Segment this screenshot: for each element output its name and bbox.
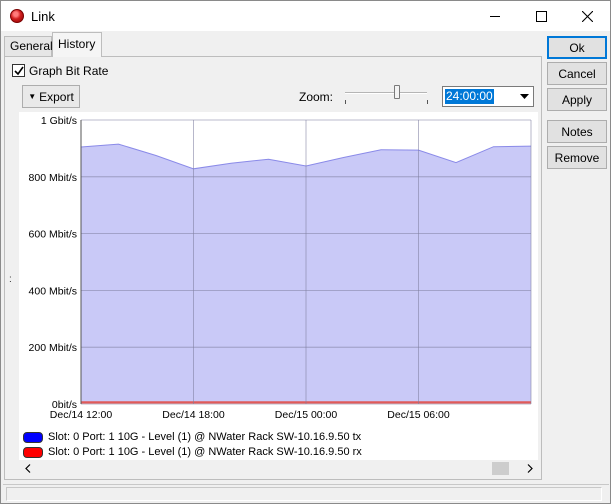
y-tick-label: 200 Mbit/s (29, 342, 77, 354)
legend-swatch-rx (23, 446, 43, 458)
y-tick-label: 1 Gbit/s (41, 115, 77, 127)
graph-bit-rate-checkbox[interactable] (12, 64, 25, 77)
link-window: Link General History Graph Bit Rate ▼ Ex… (0, 0, 611, 504)
zoom-select-value[interactable]: 24:00:00 (445, 89, 494, 104)
x-tick-label: Dec/14 18:00 (162, 409, 225, 421)
status-bar (3, 484, 609, 503)
chart-legend: Slot: 0 Port: 1 10G - Level (1) @ NWater… (19, 427, 538, 461)
ok-button[interactable]: Ok (547, 36, 607, 59)
zoom-slider[interactable] (341, 85, 431, 107)
apply-button[interactable]: Apply (547, 88, 607, 111)
bitrate-chart: 1 Gbit/s 800 Mbit/s 600 Mbit/s 400 Mbit/s 20… (19, 112, 538, 460)
y-tick-label: 400 Mbit/s (29, 285, 77, 297)
legend-item-rx: Slot: 0 Port: 1 10G - Level (1) @ NWater… (23, 445, 362, 459)
y-tick-label: 600 Mbit/s (29, 229, 77, 241)
export-label: Export (39, 89, 74, 104)
cancel-button[interactable]: Cancel (547, 62, 607, 85)
close-icon[interactable] (564, 1, 610, 31)
export-button[interactable]: ▼ Export (22, 85, 80, 108)
slider-tick (427, 100, 428, 104)
x-tick-label: Dec/14 12:00 (50, 409, 113, 421)
legend-item-tx: Slot: 0 Port: 1 10G - Level (1) @ NWater… (23, 430, 361, 444)
zoom-select[interactable]: 24:00:00 (442, 86, 534, 107)
scroll-left-icon[interactable] (19, 460, 36, 477)
status-cell (6, 487, 602, 501)
scrollbar-thumb[interactable] (492, 462, 509, 475)
slider-thumb[interactable] (394, 85, 401, 99)
legend-label-tx: Slot: 0 Port: 1 10G - Level (1) @ NWater… (48, 431, 362, 443)
chart-svg: 1 Gbit/s 800 Mbit/s 600 Mbit/s 400 Mbit/s 20… (29, 115, 532, 421)
y-tick-label: 800 Mbit/s (29, 172, 77, 184)
slider-track (345, 92, 427, 94)
legend-label-rx: Slot: 0 Port: 1 10G - Level (1) @ NWater… (48, 446, 362, 458)
scroll-right-icon[interactable] (521, 460, 538, 477)
remove-button[interactable]: Remove (547, 146, 607, 169)
dropdown-caret-icon: ▼ (28, 92, 37, 101)
minimize-icon[interactable] (472, 1, 518, 31)
tab-general[interactable]: General (4, 36, 53, 56)
legend-swatch-tx (23, 431, 43, 443)
splitter-dot: : (9, 274, 12, 285)
maximize-icon[interactable] (518, 1, 564, 31)
zoom-label: Zoom: (299, 90, 334, 104)
x-tick-label: Dec/15 00:00 (275, 409, 338, 421)
history-panel: Graph Bit Rate ▼ Export Zoom: 24:00:00 1… (4, 56, 542, 480)
x-tick-label: Dec/15 06:00 (387, 409, 450, 421)
notes-button[interactable]: Notes (547, 120, 607, 143)
graph-bit-rate-label: Graph Bit Rate (29, 64, 109, 78)
slider-tick (345, 100, 346, 104)
chevron-down-icon[interactable] (516, 87, 533, 106)
horizontal-scrollbar[interactable] (19, 460, 538, 477)
app-icon (10, 9, 24, 23)
tab-history[interactable]: History (52, 32, 102, 57)
window-title: Link (31, 9, 55, 24)
title-bar[interactable]: Link (1, 1, 610, 31)
